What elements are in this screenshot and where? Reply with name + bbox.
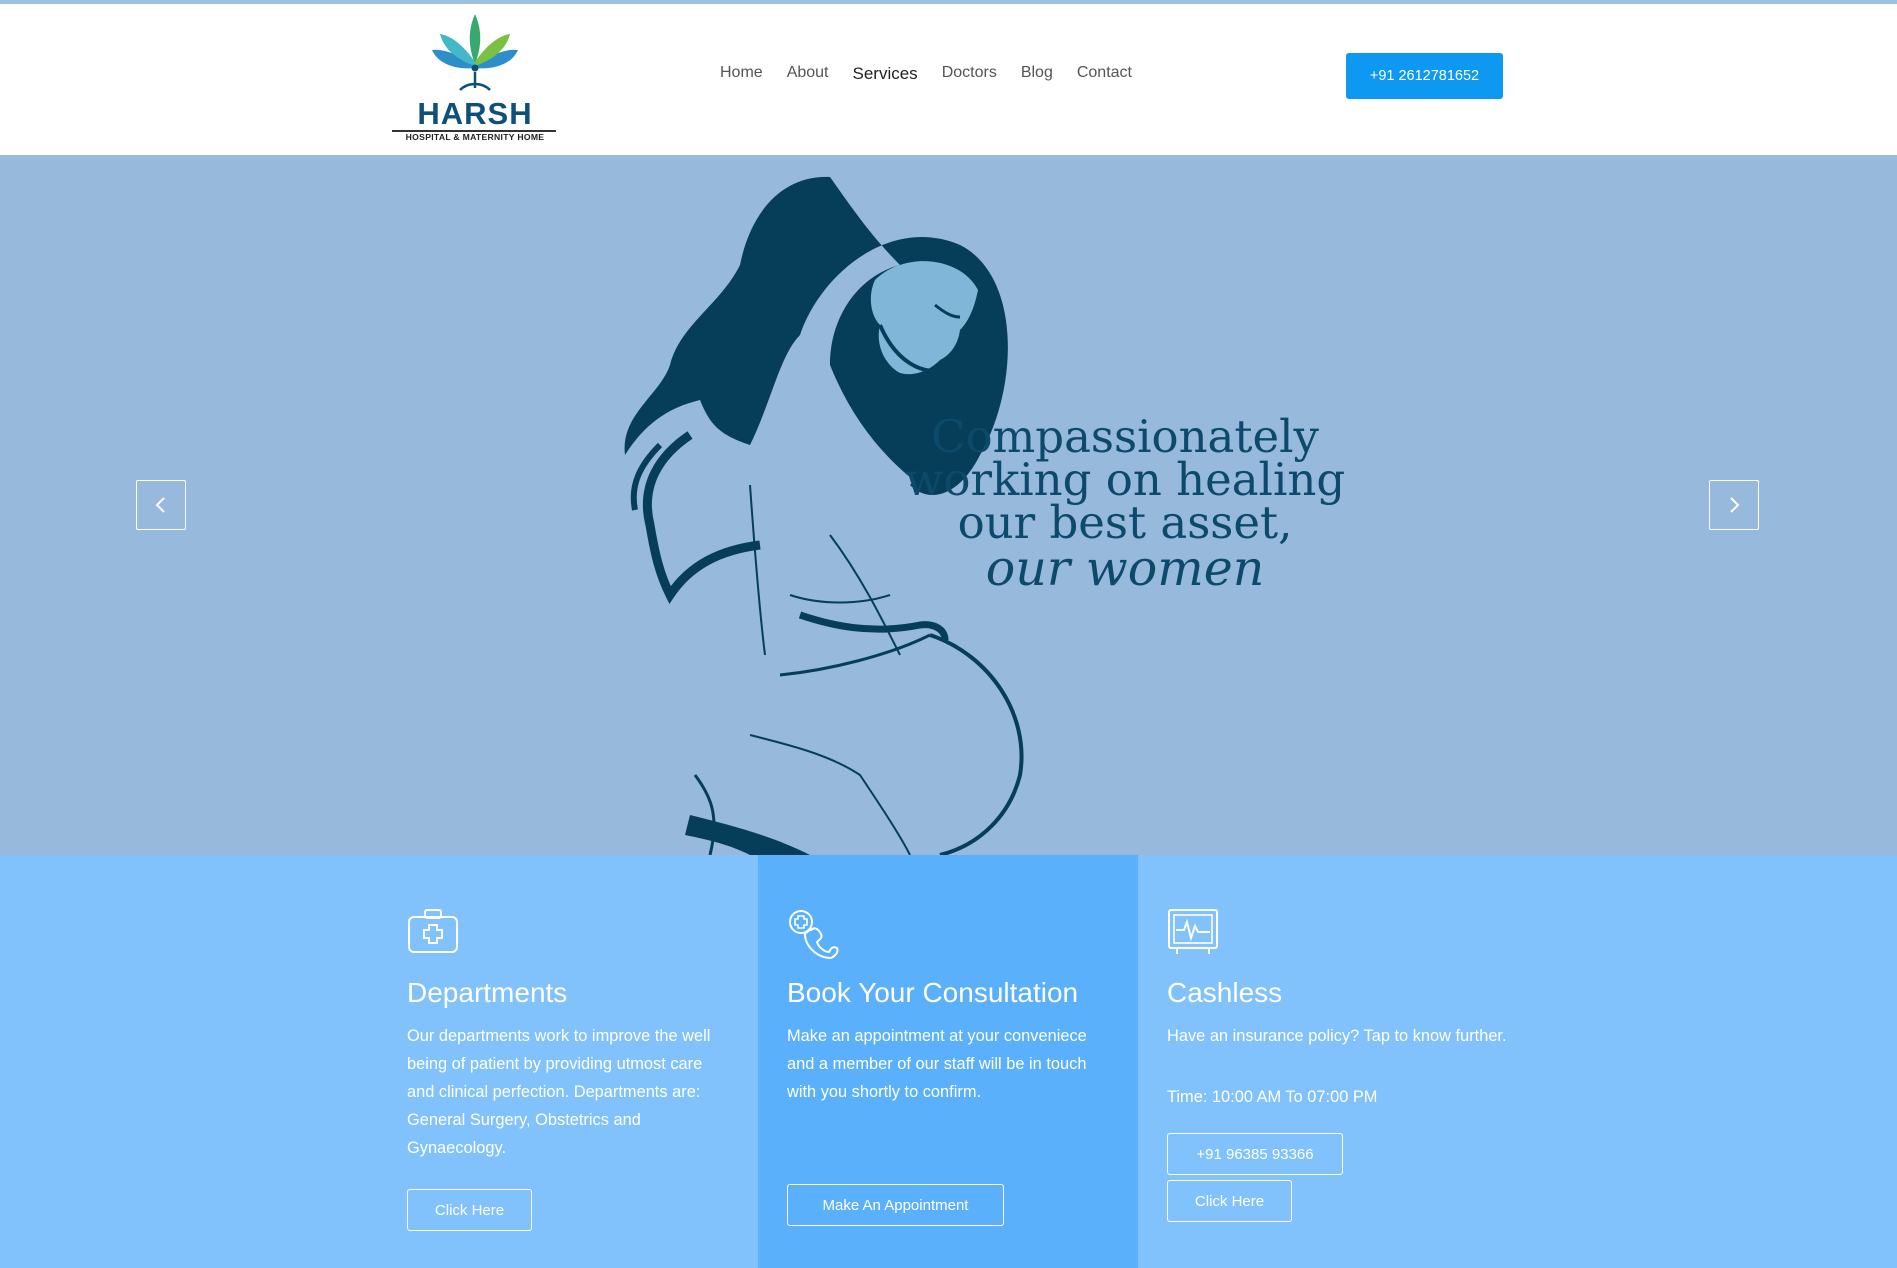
- hero-slider: Compassionately working on healing our b…: [0, 155, 1897, 855]
- nav-contact[interactable]: Contact: [1077, 64, 1132, 84]
- feature-title: Book Your Consultation: [787, 977, 1079, 1008]
- nav-services[interactable]: Services: [853, 64, 918, 84]
- nav-blog[interactable]: Blog: [1021, 64, 1053, 84]
- cashless-click-button[interactable]: Click Here: [1167, 1180, 1292, 1222]
- departments-click-button[interactable]: Click Here: [407, 1189, 532, 1231]
- nav-about[interactable]: About: [787, 64, 829, 84]
- cashless-phone-button[interactable]: +91 96385 93366: [1167, 1133, 1343, 1175]
- feature-title: Departments: [407, 977, 568, 1008]
- phone-medical-icon: [789, 910, 839, 960]
- medical-kit-icon: [408, 909, 458, 953]
- make-appointment-button[interactable]: Make An Appointment: [787, 1184, 1004, 1226]
- feature-text: Have an insurance policy? Tap to know fu…: [1167, 1027, 1507, 1045]
- nav-doctors[interactable]: Doctors: [942, 64, 997, 84]
- heart-monitor-icon: [1168, 909, 1218, 954]
- slider-next-button[interactable]: [1709, 480, 1759, 530]
- hero-line-3: our best asset,: [957, 496, 1293, 549]
- header-phone-button[interactable]: +91 2612781652: [1346, 53, 1503, 99]
- feature-text: Our departments work to improve the well…: [407, 1027, 711, 1157]
- feature-text: Make an appointment at your conveniece a…: [787, 1027, 1087, 1101]
- leaf-logo-icon: [432, 14, 518, 91]
- main-nav: Home About Services Doctors Blog Contact: [720, 64, 1156, 84]
- logo-subtitle: HOSPITAL & MATERNITY HOME: [405, 132, 545, 142]
- logo[interactable]: HARSH HOSPITAL & MATERNITY HOME: [390, 12, 560, 144]
- hero-line-2: working on healing: [904, 453, 1346, 506]
- opening-hours: Time: 10:00 AM To 07:00 PM: [1167, 1088, 1378, 1106]
- chevron-right-icon: [1730, 497, 1740, 513]
- chevron-left-icon: [155, 497, 165, 513]
- site-header: HARSH HOSPITAL & MATERNITY HOME Home Abo…: [0, 4, 1897, 155]
- hero-emphasis: our women: [985, 540, 1265, 597]
- hero-line-1: Compassionately: [931, 410, 1319, 463]
- features-strip: Departments Our departments work to impr…: [0, 855, 1897, 1268]
- feature-title: Cashless: [1167, 977, 1283, 1008]
- nav-home[interactable]: Home: [720, 64, 763, 84]
- logo-wordmark: HARSH: [417, 96, 533, 131]
- hero-tagline: Compassionately working on healing our b…: [880, 410, 1370, 597]
- slider-prev-button[interactable]: [136, 480, 186, 530]
